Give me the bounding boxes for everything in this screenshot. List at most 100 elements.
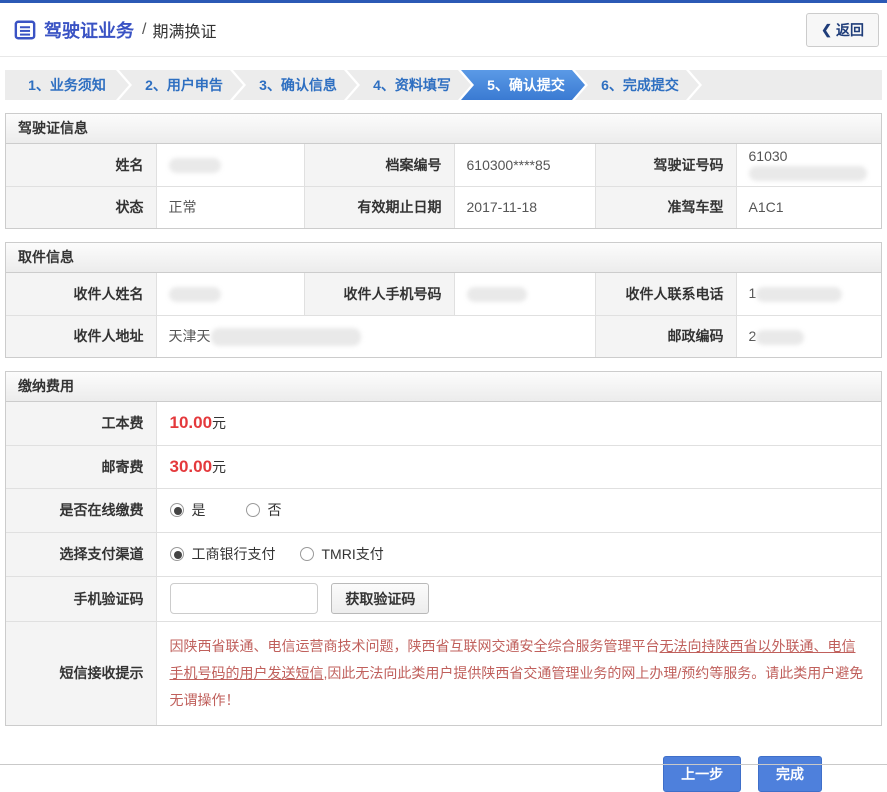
radio-channel-tmri[interactable]: TMRI支付 xyxy=(299,544,384,564)
recipient-phone-label: 收件人联系电话 xyxy=(594,273,737,316)
license-no-label: 驾驶证号码 xyxy=(594,144,737,187)
status-value: 正常 xyxy=(155,185,305,228)
pickup-info-table: 收件人姓名 收件人手机号码 收件人联系电话 1 收件人地址 天津天 邮政编码 2 xyxy=(6,273,881,357)
postcode-prefix: 2 xyxy=(748,327,757,344)
redacted-license-no xyxy=(748,166,867,182)
table-row: 状态 正常 有效期止日期 2017-11-18 准驾车型 A1C1 xyxy=(6,185,881,228)
radio-channel-icbc[interactable]: 工商银行支付 xyxy=(169,544,276,564)
radio-online-no-label: 否 xyxy=(267,502,282,518)
wizard-step-1[interactable]: 1、业务须知 xyxy=(5,70,129,100)
license-section-title: 驾驶证信息 xyxy=(6,114,881,144)
postage-fee-label: 邮寄费 xyxy=(6,444,157,488)
table-row: 选择支付渠道 工商银行支付 TMRI支付 xyxy=(6,531,881,576)
notice-part1: 因陕西省联通、电信运营商技术问题，陕西省互联网交通安全综合服务管理平台 xyxy=(169,637,660,654)
table-row: 是否在线缴费 是 否 xyxy=(6,487,881,532)
radio-channel-tmri-label: TMRI支付 xyxy=(321,546,384,562)
recipient-mobile-label: 收件人手机号码 xyxy=(303,273,455,316)
online-payment-label: 是否在线缴费 xyxy=(6,487,157,532)
wizard-step-3[interactable]: 3、确认信息 xyxy=(233,70,357,100)
name-label: 姓名 xyxy=(6,144,157,187)
license-info-table: 姓名 档案编号 610300****85 驾驶证号码 61030 状态 正常 有… xyxy=(6,144,881,228)
valid-until-label: 有效期止日期 xyxy=(303,185,455,228)
license-info-section: 驾驶证信息 姓名 档案编号 610300****85 驾驶证号码 61030 状… xyxy=(5,113,882,229)
redacted-phone xyxy=(756,287,843,303)
back-button[interactable]: ❮ 返回 xyxy=(806,12,879,47)
page-header: 驾驶证业务 / 期满换证 ❮ 返回 xyxy=(0,3,887,57)
address-value: 天津天 xyxy=(155,314,596,357)
wizard-step-6[interactable]: 6、完成提交 xyxy=(575,70,699,100)
radio-online-no[interactable]: 否 xyxy=(245,500,282,520)
postcode-value: 2 xyxy=(735,314,881,357)
wizard-step-4[interactable]: 4、资料填写 xyxy=(347,70,471,100)
status-label: 状态 xyxy=(6,185,157,228)
footer-actions: 上一步 完成 xyxy=(0,726,887,792)
form-list-icon xyxy=(14,19,36,41)
redacted-name xyxy=(168,158,221,174)
breadcrumb-current: 期满换证 xyxy=(152,23,217,41)
recipient-mobile-value xyxy=(453,273,596,316)
sms-notice-label: 短信接收提示 xyxy=(6,620,157,726)
currency-unit: 元 xyxy=(212,458,227,475)
production-fee-value: 10.00元 xyxy=(156,402,881,445)
payment-channel-options: 工商银行支付 TMRI支付 xyxy=(156,531,881,576)
step-wizard: 1、业务须知 2、用户申告 3、确认信息 4、资料填写 5、确认提交 6、完成提… xyxy=(5,70,882,100)
redacted-mobile xyxy=(466,287,527,303)
radio-online-yes-label: 是 xyxy=(191,502,206,518)
sms-notice-text: 因陕西省联通、电信运营商技术问题，陕西省互联网交通安全综合服务管理平台无法向持陕… xyxy=(156,620,881,726)
fees-section-title: 缴纳费用 xyxy=(6,372,881,402)
table-row: 收件人姓名 收件人手机号码 收件人联系电话 1 xyxy=(6,273,881,316)
recipient-phone-value: 1 xyxy=(735,273,881,316)
fees-table: 工本费 10.00元 邮寄费 30.00元 是否在线缴费 是 否 选择支付渠道 … xyxy=(6,402,881,726)
vehicle-class-label: 准驾车型 xyxy=(594,185,737,228)
sms-code-label: 手机验证码 xyxy=(6,575,157,621)
pickup-section-title: 取件信息 xyxy=(6,243,881,273)
breadcrumb-separator: / xyxy=(142,20,147,38)
radio-unchecked-icon[interactable] xyxy=(299,547,314,561)
phone-prefix: 1 xyxy=(748,285,757,302)
production-fee-label: 工本费 xyxy=(6,402,157,445)
redacted-address xyxy=(210,328,361,347)
table-row: 姓名 档案编号 610300****85 驾驶证号码 61030 xyxy=(6,144,881,187)
online-payment-options: 是 否 xyxy=(156,487,881,532)
file-no-value: 610300****85 xyxy=(453,144,596,187)
recipient-name-value xyxy=(155,273,305,316)
redacted-postcode xyxy=(756,329,805,345)
radio-online-yes[interactable]: 是 xyxy=(169,500,206,520)
license-no-prefix: 61030 xyxy=(748,148,788,165)
name-value xyxy=(155,144,305,187)
get-code-button[interactable]: 获取验证码 xyxy=(331,583,430,614)
radio-channel-icbc-label: 工商银行支付 xyxy=(191,546,276,562)
radio-checked-icon[interactable] xyxy=(169,503,184,517)
table-row: 邮寄费 30.00元 xyxy=(6,444,881,488)
table-row: 工本费 10.00元 xyxy=(6,402,881,445)
wizard-step-5-active[interactable]: 5、确认提交 xyxy=(461,70,585,100)
valid-until-value: 2017-11-18 xyxy=(453,185,596,228)
postage-fee-amount: 30.00 xyxy=(169,456,213,476)
finish-button[interactable]: 完成 xyxy=(758,756,822,792)
back-button-label: 返回 xyxy=(836,21,864,38)
payment-channel-label: 选择支付渠道 xyxy=(6,531,157,576)
table-row: 短信接收提示 因陕西省联通、电信运营商技术问题，陕西省互联网交通安全综合服务管理… xyxy=(6,620,881,726)
table-row: 收件人地址 天津天 邮政编码 2 xyxy=(6,314,881,357)
wizard-step-2[interactable]: 2、用户申告 xyxy=(119,70,243,100)
previous-step-button[interactable]: 上一步 xyxy=(663,756,742,792)
sms-code-input[interactable] xyxy=(169,583,318,614)
table-row: 手机验证码 获取验证码 xyxy=(6,575,881,621)
file-no-label: 档案编号 xyxy=(303,144,455,187)
vehicle-class-value: A1C1 xyxy=(735,185,881,228)
recipient-name-label: 收件人姓名 xyxy=(6,273,157,316)
sms-code-row: 获取验证码 xyxy=(156,575,881,621)
bottom-divider xyxy=(0,764,887,765)
address-label: 收件人地址 xyxy=(6,314,157,357)
postage-fee-value: 30.00元 xyxy=(156,444,881,488)
chevron-left-icon: ❮ xyxy=(821,21,832,37)
production-fee-amount: 10.00 xyxy=(169,413,213,433)
wizard-filler xyxy=(689,70,882,100)
currency-unit: 元 xyxy=(212,415,227,432)
radio-checked-icon[interactable] xyxy=(169,547,184,561)
address-prefix: 天津天 xyxy=(168,328,211,345)
fees-section: 缴纳费用 工本费 10.00元 邮寄费 30.00元 是否在线缴费 是 否 选择… xyxy=(5,371,882,727)
license-no-value: 61030 xyxy=(735,144,881,187)
radio-unchecked-icon[interactable] xyxy=(245,503,260,517)
pickup-info-section: 取件信息 收件人姓名 收件人手机号码 收件人联系电话 1 收件人地址 天津天 邮… xyxy=(5,242,882,358)
